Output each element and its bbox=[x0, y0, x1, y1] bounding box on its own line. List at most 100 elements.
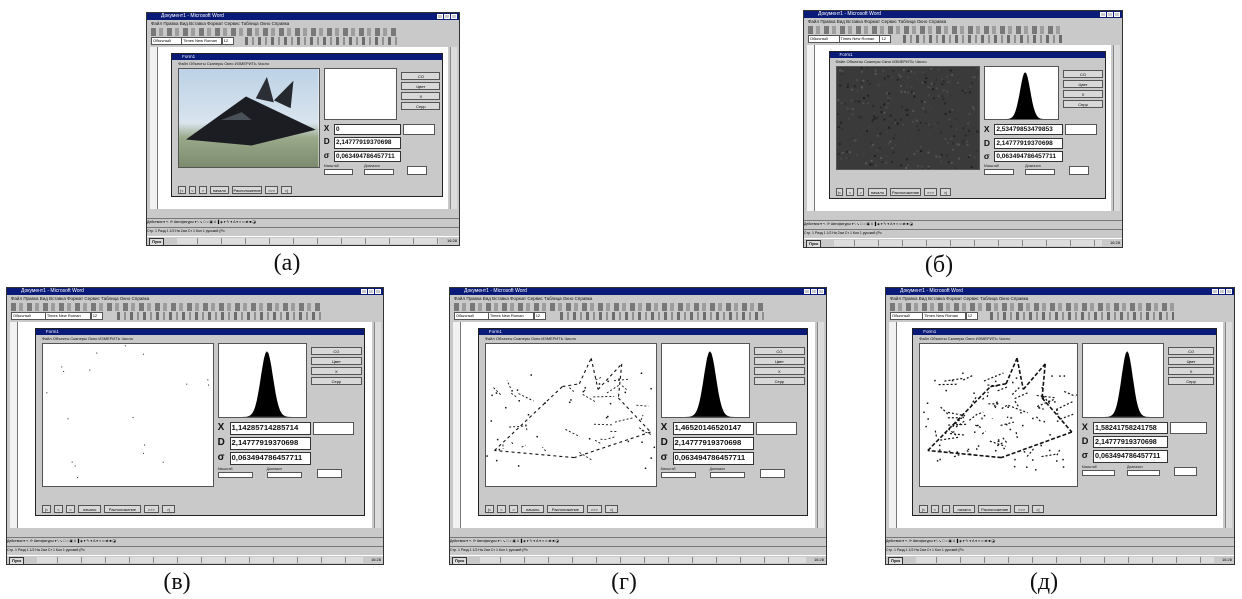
style-select[interactable]: Обычный bbox=[808, 35, 841, 43]
sigma-value-field[interactable]: 0,063494786457711 bbox=[994, 150, 1063, 163]
nav-button-2[interactable]: > bbox=[508, 505, 519, 513]
formatting-toolbar[interactable] bbox=[244, 37, 399, 45]
nav-button-3[interactable]: начало bbox=[521, 505, 545, 513]
side-button-1[interactable]: Цвет bbox=[753, 357, 806, 365]
font-select[interactable]: Times New Roman bbox=[44, 312, 91, 320]
extra-stepper[interactable] bbox=[1068, 166, 1090, 176]
close-button[interactable] bbox=[451, 14, 457, 19]
nav-button-6[interactable]: >| bbox=[939, 188, 951, 196]
side-button-3[interactable]: Серр bbox=[401, 102, 441, 110]
word-menu-bar[interactable]: Файл Правка Вид Вставка Формат Сервис Та… bbox=[808, 19, 946, 25]
standard-toolbar[interactable] bbox=[11, 303, 323, 311]
form1-menu-bar[interactable]: Файл Объекты Сканеры Окно ИЗМЕРИТЬ Число bbox=[919, 336, 1010, 341]
sigma-value-field[interactable]: 0,063494786457711 bbox=[672, 451, 754, 465]
scale-input[interactable] bbox=[217, 471, 254, 478]
formatting-toolbar[interactable] bbox=[116, 312, 323, 320]
side-button-3[interactable]: Серр bbox=[1168, 377, 1215, 385]
side-button-1[interactable]: Цвет bbox=[1062, 80, 1104, 88]
nav-button-1[interactable]: < bbox=[496, 505, 506, 513]
nav-button-3[interactable]: начало bbox=[867, 188, 888, 196]
side-button-0[interactable]: CO bbox=[1168, 347, 1215, 355]
nav-button-5[interactable]: >>> bbox=[265, 186, 279, 194]
nav-button-0[interactable]: |< bbox=[484, 505, 494, 513]
side-button-2[interactable]: X bbox=[1062, 90, 1104, 98]
nav-button-2[interactable]: > bbox=[65, 505, 76, 513]
side-button-2[interactable]: X bbox=[401, 92, 441, 100]
d-value-field[interactable]: 2,14777919370698 bbox=[994, 137, 1063, 149]
d-value-field[interactable]: 2,14777919370698 bbox=[1092, 436, 1169, 449]
taskbar-items[interactable] bbox=[480, 557, 806, 563]
style-select[interactable]: Обычный bbox=[151, 37, 184, 45]
form1-menu-bar[interactable]: Файл Объекты Сканеры Окно ИЗМЕРИТЬ Число bbox=[836, 59, 927, 64]
font-select[interactable]: Times New Roman bbox=[922, 312, 966, 320]
maximize-button[interactable] bbox=[444, 14, 450, 19]
nav-button-1[interactable]: < bbox=[188, 186, 197, 194]
nav-button-3[interactable]: начало bbox=[209, 186, 230, 194]
start-button[interactable]: Пуск bbox=[9, 557, 25, 564]
x-value-field[interactable]: 1,58241758241758 bbox=[1092, 421, 1169, 435]
side-button-2[interactable]: X bbox=[1168, 367, 1215, 375]
close-button[interactable] bbox=[1114, 12, 1120, 17]
formatting-toolbar[interactable] bbox=[902, 35, 1062, 43]
nav-button-3[interactable]: начало bbox=[78, 505, 102, 513]
side-button-3[interactable]: Серр bbox=[1062, 100, 1104, 108]
sigma-value-field[interactable]: 0,063494786457711 bbox=[229, 451, 311, 465]
nav-button-0[interactable]: |< bbox=[178, 186, 186, 194]
standard-toolbar[interactable] bbox=[808, 26, 1062, 34]
nav-button-4[interactable]: Расположение bbox=[977, 505, 1012, 513]
nav-button-6[interactable]: >| bbox=[1031, 505, 1044, 513]
maximize-button[interactable] bbox=[811, 289, 817, 294]
scale-input[interactable] bbox=[1081, 469, 1115, 476]
formatting-toolbar[interactable] bbox=[990, 312, 1174, 320]
taskbar-items[interactable] bbox=[177, 238, 439, 244]
document-scrollbar[interactable] bbox=[374, 322, 381, 528]
sigma-value-field[interactable]: 0,063494786457711 bbox=[1092, 450, 1169, 463]
d-value-field[interactable]: 2,14777919370698 bbox=[672, 436, 754, 450]
extra-stepper[interactable] bbox=[407, 165, 427, 175]
start-button[interactable]: Пуск bbox=[149, 238, 165, 245]
nav-button-2[interactable]: > bbox=[942, 505, 951, 513]
side-button-1[interactable]: Цвет bbox=[310, 357, 363, 365]
font-size-select[interactable]: 12 bbox=[533, 312, 546, 320]
extra-stepper[interactable] bbox=[1174, 466, 1198, 476]
style-select[interactable]: Обычный bbox=[11, 312, 47, 320]
side-button-0[interactable]: CO bbox=[310, 347, 363, 355]
maximize-button[interactable] bbox=[1107, 12, 1113, 17]
standard-toolbar[interactable] bbox=[890, 303, 1174, 311]
minimize-button[interactable] bbox=[804, 289, 810, 294]
close-button[interactable] bbox=[1226, 289, 1232, 294]
start-button[interactable]: Пуск bbox=[888, 557, 904, 564]
font-size-select[interactable]: 12 bbox=[879, 35, 892, 43]
d-value-field[interactable]: 2,14777919370698 bbox=[229, 436, 311, 450]
nav-button-5[interactable]: >>> bbox=[1014, 505, 1029, 513]
side-button-3[interactable]: Серр bbox=[310, 377, 363, 385]
nav-button-3[interactable]: начало bbox=[953, 505, 975, 513]
form1-menu-bar[interactable]: Файл Объекты Сканеры Окно ИЗМЕРИТЬ Число bbox=[485, 336, 576, 341]
maximize-button[interactable] bbox=[368, 289, 374, 294]
style-select[interactable]: Обычный bbox=[890, 312, 925, 320]
close-button[interactable] bbox=[375, 289, 381, 294]
extra-stepper[interactable] bbox=[759, 468, 786, 478]
document-scrollbar[interactable] bbox=[817, 322, 824, 528]
side-button-2[interactable]: X bbox=[753, 367, 806, 375]
font-size-select[interactable]: 12 bbox=[90, 312, 103, 320]
form1-menu-bar[interactable]: Файл Объекты Сканеры Окно ИЗМЕРИТЬ Число bbox=[178, 61, 269, 66]
minimize-button[interactable] bbox=[1100, 12, 1106, 17]
nav-button-6[interactable]: >| bbox=[281, 186, 292, 194]
range-input[interactable] bbox=[266, 471, 303, 478]
nav-button-5[interactable]: >>> bbox=[586, 505, 603, 513]
sigma-value-field[interactable]: 0,063494786457711 bbox=[333, 150, 402, 162]
standard-toolbar[interactable] bbox=[454, 303, 766, 311]
x-value-field[interactable]: 0 bbox=[333, 124, 402, 136]
scale-input[interactable] bbox=[323, 168, 354, 175]
maximize-button[interactable] bbox=[1219, 289, 1225, 294]
side-button-1[interactable]: Цвет bbox=[1168, 357, 1215, 365]
word-menu-bar[interactable]: Файл Правка Вид Вставка Формат Сервис Та… bbox=[890, 296, 1028, 302]
taskbar-items[interactable] bbox=[834, 240, 1102, 246]
close-button[interactable] bbox=[818, 289, 824, 294]
font-select[interactable]: Times New Roman bbox=[487, 312, 534, 320]
minimize-button[interactable] bbox=[437, 14, 443, 19]
word-menu-bar[interactable]: Файл Правка Вид Вставка Формат Сервис Та… bbox=[454, 296, 592, 302]
taskbar-items[interactable] bbox=[916, 557, 1214, 563]
nav-button-4[interactable]: Расположение bbox=[104, 505, 141, 513]
